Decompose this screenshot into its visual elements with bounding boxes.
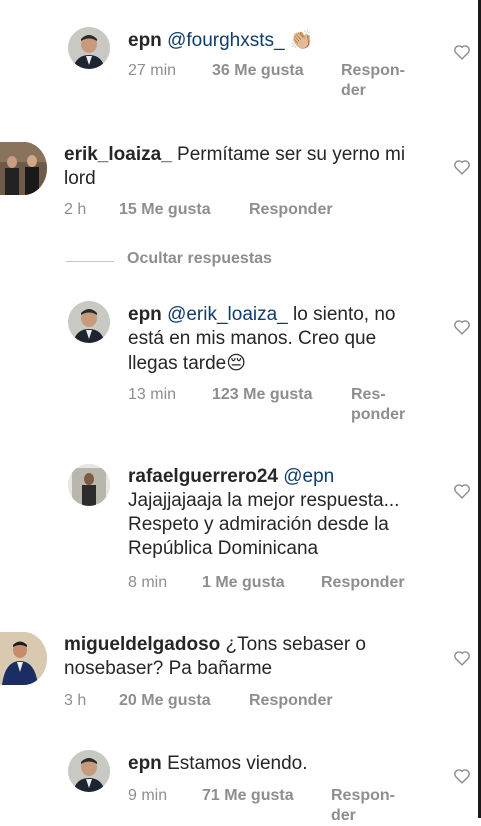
- avatar[interactable]: [0, 632, 47, 685]
- heart-outline-icon[interactable]: [453, 483, 471, 499]
- comment-body: erik_loaiza_ Permítame ser su yerno mi l…: [64, 143, 434, 191]
- comment-text: Jajajjajaaja la mejor respuesta... Respe…: [128, 490, 400, 559]
- comment-body: rafaelguerrero24 @epn Jajajjajaaja la me…: [128, 465, 428, 561]
- heart-outline-icon[interactable]: [453, 44, 471, 60]
- heart-outline-icon[interactable]: [453, 159, 471, 175]
- comment-mention[interactable]: @fourghxsts_: [167, 30, 285, 51]
- comment-time: 3 h: [64, 692, 87, 709]
- reply-label-line1: Respon-: [341, 62, 405, 79]
- comment-username[interactable]: rafaelguerrero24: [128, 466, 278, 487]
- comment-text: Estamos viendo.: [167, 753, 308, 774]
- comment-username[interactable]: epn: [128, 30, 162, 51]
- heart-outline-icon[interactable]: [453, 319, 471, 335]
- comment-meta: 27 min: [128, 61, 176, 81]
- reply-button[interactable]: Res- ponder: [351, 385, 421, 425]
- reply-wrap: Responder: [249, 691, 333, 711]
- reply-button[interactable]: Responder: [249, 201, 333, 218]
- reply-label-line1: Res-: [351, 386, 386, 403]
- reply-button[interactable]: Respon- der: [331, 786, 401, 826]
- avatar[interactable]: [0, 142, 47, 195]
- reply-label-line2: der: [341, 82, 366, 99]
- comment-username[interactable]: migueldelgadoso: [64, 634, 220, 655]
- comment-username[interactable]: epn: [128, 753, 162, 774]
- comment-body: epn @erik_loaiza_ lo siento, no está en …: [128, 303, 428, 376]
- avatar[interactable]: [68, 27, 110, 69]
- reply-label-line2: der: [331, 807, 356, 824]
- comment-likes-wrap: 15 Me gusta: [119, 200, 211, 220]
- avatar[interactable]: [68, 464, 110, 506]
- reply-button[interactable]: Responder: [321, 574, 405, 591]
- heart-outline-icon[interactable]: [453, 768, 471, 784]
- comment-likes[interactable]: 123 Me gusta: [212, 386, 312, 403]
- comment-likes[interactable]: 36 Me gusta: [212, 62, 304, 79]
- comment-time: 13 min: [128, 386, 177, 403]
- pensive-emoji: 😔: [226, 352, 247, 374]
- comment-time-wrap: 13 min: [128, 385, 176, 405]
- avatar[interactable]: [68, 750, 110, 792]
- comment-body: migueldelgadoso ¿Tons sebaser o nosebase…: [64, 633, 434, 681]
- reply-label-line1: Respon-: [331, 787, 395, 804]
- hide-replies-toggle[interactable]: Ocultar respuestas: [66, 250, 366, 272]
- reply-button[interactable]: Responder: [249, 692, 333, 709]
- hide-replies-label: Ocultar respuestas: [127, 250, 272, 267]
- comment-username[interactable]: epn: [128, 304, 162, 325]
- comment-time-wrap: 3 h: [64, 691, 86, 711]
- comment-time: 8 min: [128, 574, 168, 591]
- comment-likes-wrap: 123 Me gusta: [212, 385, 312, 405]
- comment-time-wrap: 8 min: [128, 573, 167, 593]
- reply-button[interactable]: Respon- der: [341, 61, 411, 101]
- comment-likes[interactable]: 15 Me gusta: [119, 201, 211, 218]
- comment-likes-wrap: 36 Me gusta: [212, 61, 304, 81]
- reply-label-line2: ponder: [351, 406, 406, 423]
- comment-username[interactable]: erik_loaiza_: [64, 144, 172, 165]
- comment-likes-wrap: 20 Me gusta: [119, 691, 211, 711]
- reply-wrap: Responder: [249, 200, 333, 220]
- comment-time: 2 h: [64, 201, 87, 218]
- comment-likes-wrap: 1 Me gusta: [202, 573, 285, 593]
- comment-body: epn @fourghxsts_ 👏🏼: [128, 28, 428, 53]
- clapping-emoji: 👏🏼: [289, 29, 314, 51]
- comment-time-wrap: 9 min: [128, 786, 167, 806]
- comment-time: 27 min: [128, 62, 177, 79]
- reply-wrap: Responder: [321, 573, 405, 593]
- comment-body: epn Estamos viendo.: [128, 752, 428, 776]
- comment-mention[interactable]: @epn: [283, 466, 334, 487]
- comment-likes[interactable]: 71 Me gusta: [202, 787, 294, 804]
- divider-line: [66, 261, 114, 262]
- heart-outline-icon[interactable]: [453, 650, 471, 666]
- comment-time-wrap: 2 h: [64, 200, 86, 220]
- comment-likes[interactable]: 1 Me gusta: [202, 574, 285, 591]
- comment-time: 9 min: [128, 787, 168, 804]
- comment-mention[interactable]: @erik_loaiza_: [167, 304, 288, 325]
- comment-likes[interactable]: 20 Me gusta: [119, 692, 211, 709]
- avatar[interactable]: [68, 301, 110, 343]
- comment-likes-wrap: 71 Me gusta: [202, 786, 294, 806]
